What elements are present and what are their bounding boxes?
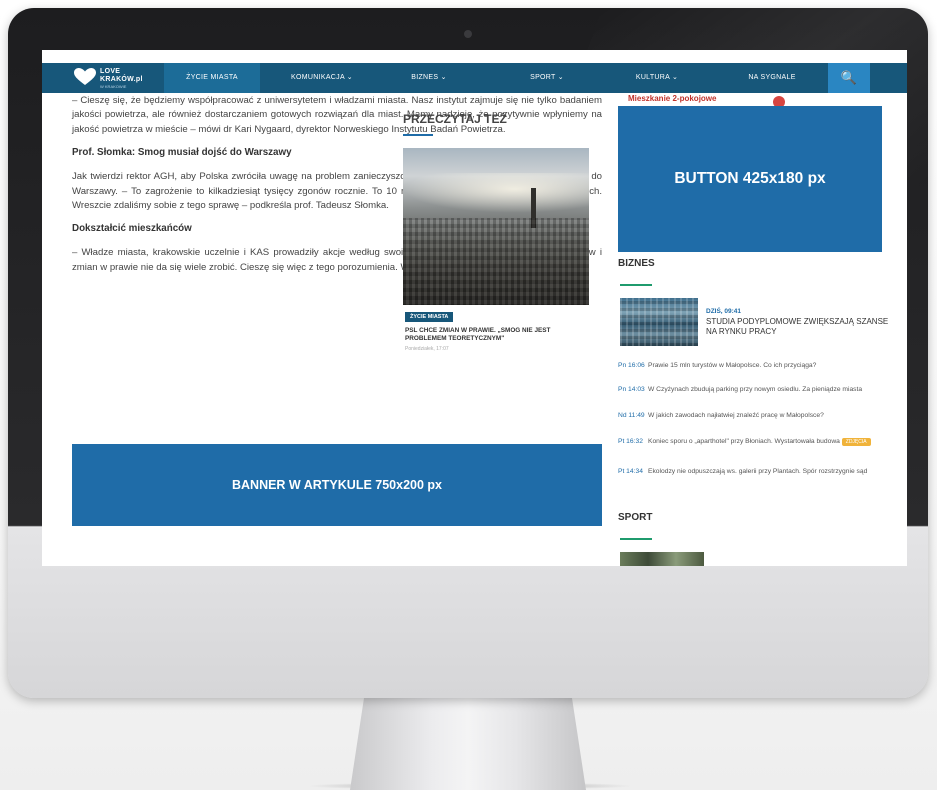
logo-text-line3: W KRAKOWIE (100, 84, 127, 89)
news-text: Ekolodzy nie odpuszczają ws. galerii prz… (648, 468, 868, 475)
news-time: Pn 14:03 (618, 386, 645, 393)
nav-item-zycie-miasta[interactable]: ŻYCIE MIASTA (164, 63, 260, 93)
read-more-title[interactable]: PSL CHCE ZMIAN W PRAWIE. „SMOG NIE JEST … (405, 327, 585, 343)
photo-city (403, 218, 589, 305)
logo-text-line2: KRAKÓW.pl (100, 76, 143, 83)
sport-header[interactable]: SPORT (618, 512, 652, 523)
sport-news-thumbnail[interactable] (620, 552, 704, 566)
nav-item-komunikacja[interactable]: KOMUNIKACJA ⌄ (274, 63, 370, 93)
logo-text-line1: LOVE (100, 68, 121, 75)
news-time: Pt 16:32 (618, 438, 643, 445)
news-time: Pn 16:06 (618, 362, 645, 369)
read-more-photo[interactable] (403, 148, 589, 305)
camera-icon (464, 30, 472, 38)
nav-item-sport[interactable]: SPORT ⌄ (512, 63, 582, 93)
featured-news-date: DZIŚ, 09:41 (706, 308, 742, 315)
site-logo[interactable]: LOVE KRAKÓW.pl W KRAKOWIE (74, 67, 154, 89)
photos-badge[interactable]: ZDJĘCIA (841, 438, 871, 446)
section-divider (403, 134, 433, 136)
section-divider (620, 538, 652, 540)
read-more-date: Poniedziałek, 17:07 (405, 346, 449, 352)
button-ad[interactable]: BUTTON 425x180 px (618, 106, 882, 252)
news-text: W Czyżynach zbudują parking przy nowym o… (648, 386, 863, 393)
featured-news-thumbnail[interactable] (620, 298, 698, 346)
news-text: Koniec sporu o „aparthotel" przy Błoniac… (648, 438, 878, 447)
website-screen: LOVE KRAKÓW.pl W KRAKOWIE ŻYCIE MIASTA K… (42, 50, 907, 566)
top-bar (42, 50, 907, 63)
news-text: Prawie 15 mln turystów w Małopolsce. Co … (648, 362, 817, 369)
news-time: Pt 14:34 (618, 468, 643, 475)
biznes-header[interactable]: BIZNES (618, 258, 655, 269)
main-navigation: LOVE KRAKÓW.pl W KRAKOWIE ŻYCIE MIASTA K… (42, 63, 907, 93)
news-text-body: Koniec sporu o „aparthotel" przy Błoniac… (648, 438, 840, 445)
search-icon[interactable]: 🔍 (828, 63, 870, 93)
featured-news-title[interactable]: STUDIA PODYPLOMOWE ZWIĘKSZAJĄ SZANSE NA … (706, 317, 896, 337)
category-tag[interactable]: ŻYCIE MIASTA (405, 312, 454, 322)
article-banner-ad[interactable]: BANNER W ARTYKULE 750x200 px (72, 444, 602, 526)
read-more-header: PRZECZYTAJ TEŻ (403, 112, 507, 126)
sidebar-top-ad-text: Mieszkanie 2-pokojowe (628, 94, 717, 103)
sidebar-top-ad[interactable]: Mieszkanie 2-pokojowe (618, 94, 882, 108)
nav-item-na-sygnale[interactable]: NA SYGNALE (732, 63, 812, 93)
photo-haze (403, 173, 589, 213)
heart-logo-icon (74, 68, 96, 85)
news-text: W jakich zawodach najłatwiej znaleźć pra… (648, 412, 824, 419)
monitor-stand (350, 697, 586, 790)
nav-item-kultura[interactable]: KULTURA ⌄ (622, 63, 692, 93)
nav-item-biznes[interactable]: BIZNES ⌄ (394, 63, 464, 93)
section-divider (620, 284, 652, 286)
article-paragraph: – Cieszę się, że będziemy współpracować … (72, 95, 602, 135)
news-time: Nd 11:49 (618, 412, 645, 419)
